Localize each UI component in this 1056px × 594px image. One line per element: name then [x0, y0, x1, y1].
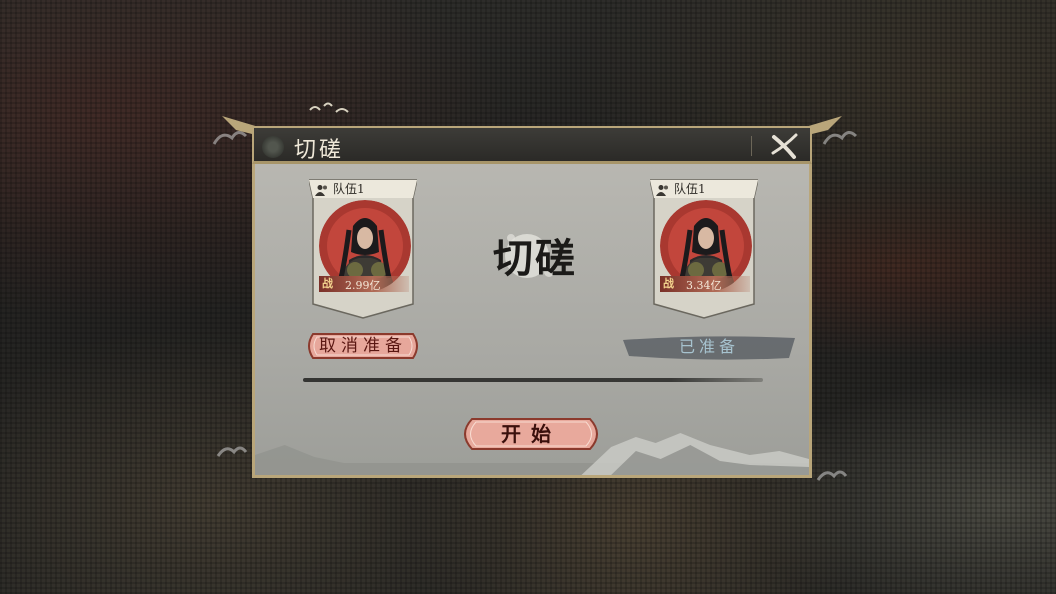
battle-power-icon: 战: [322, 277, 333, 290]
battle-power-bar: 战 2.99亿: [319, 276, 409, 292]
cancel-ready-label: 取消准备: [319, 336, 407, 356]
swirl-ornament-icon: [262, 136, 284, 158]
team-card-right[interactable]: 队伍1 战 3.34亿: [650, 178, 758, 320]
ready-status-badge: 已准备: [619, 332, 799, 362]
dialog-title-bar: 切磋: [252, 126, 812, 164]
cloud-ornament-icon: [816, 470, 848, 481]
team-card-left[interactable]: 队伍1 战 2.99亿: [309, 178, 417, 320]
battle-power-value: 2.99亿: [345, 279, 381, 292]
battle-power-value: 3.34亿: [686, 279, 722, 292]
spar-emblem: 切磋: [455, 218, 615, 298]
team-people-icon: [315, 185, 327, 196]
close-button[interactable]: [768, 131, 800, 161]
ready-status-label: 已准备: [678, 337, 739, 356]
cloud-ornament-icon: [216, 446, 248, 457]
dialog-title: 切磋: [294, 138, 345, 163]
team-label: 队伍1: [333, 182, 365, 196]
spar-dialog: 切磋 队伍1 战 2.99亿 切磋 队伍1 战 3.34亿 取消准备 已准备 开…: [212, 102, 858, 482]
ink-divider: [303, 378, 763, 382]
start-label: 开始: [501, 422, 561, 446]
start-button[interactable]: 开始: [458, 416, 604, 452]
spar-emblem-text: 切磋: [493, 235, 577, 282]
battle-power-icon: 战: [663, 277, 674, 290]
battle-power-bar: 战 3.34亿: [660, 276, 750, 292]
title-separator: [751, 136, 752, 156]
team-people-icon: [656, 185, 668, 196]
cancel-ready-button[interactable]: 取消准备: [305, 332, 421, 360]
team-label: 队伍1: [674, 182, 706, 196]
close-x-icon: [771, 133, 798, 159]
dialog-content-panel: 队伍1 战 2.99亿 切磋 队伍1 战 3.34亿 取消准备 已准备 开始: [252, 164, 812, 478]
